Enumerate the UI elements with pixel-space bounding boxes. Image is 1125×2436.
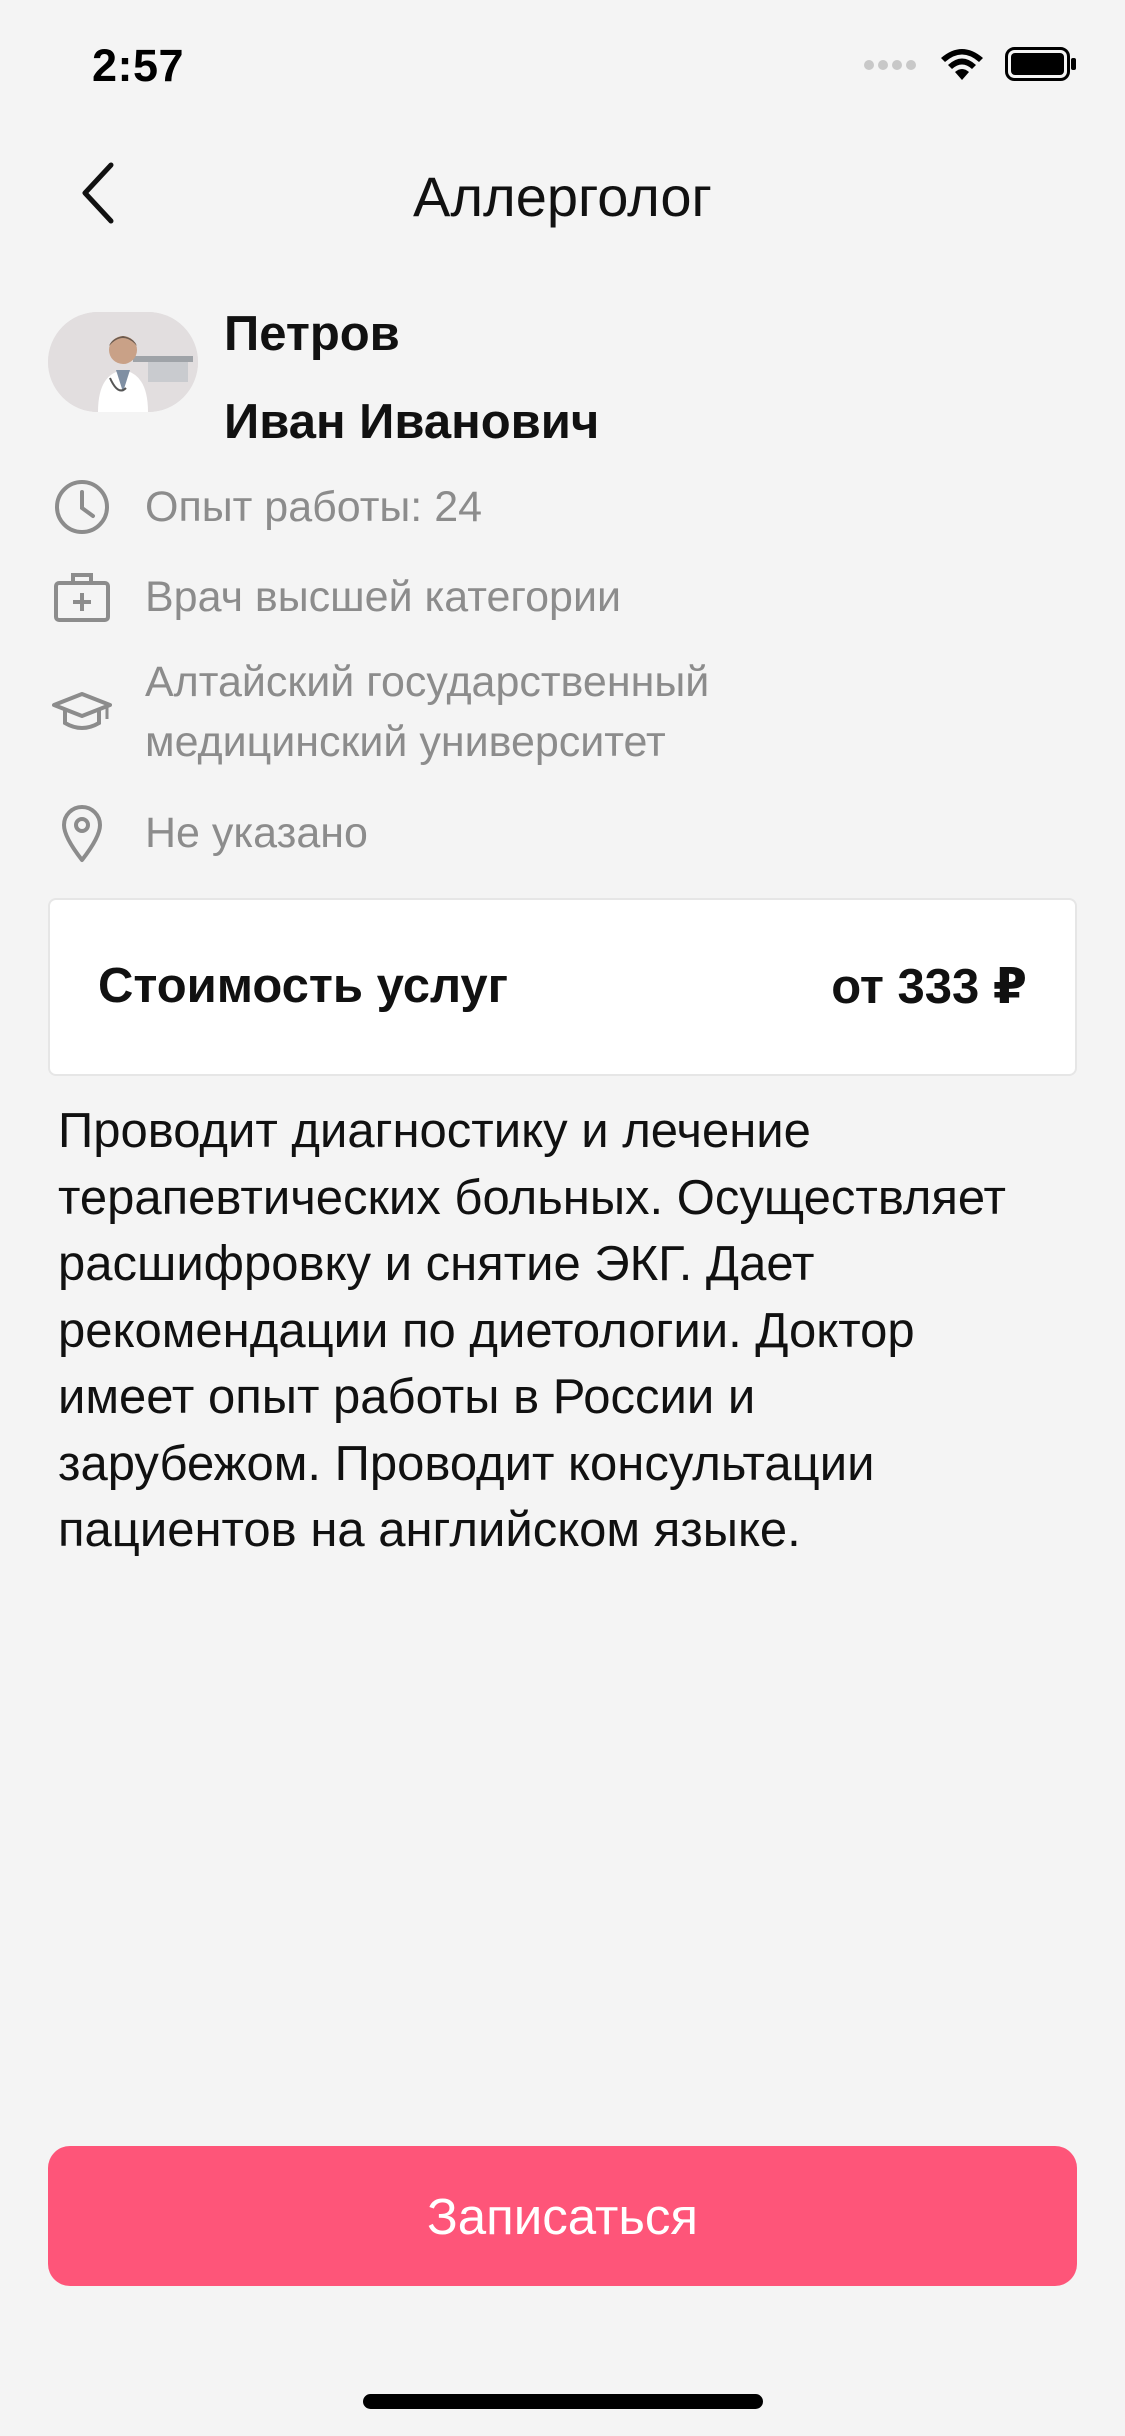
clock-icon: [52, 477, 112, 537]
education-line-2: медицинский университет: [145, 718, 666, 766]
description-line: зарубежом. Проводит консультации: [58, 1436, 875, 1491]
graduation-cap-icon: [52, 684, 112, 744]
doctor-last-name: Петров: [224, 307, 400, 361]
status-bar: 2:57: [0, 0, 1125, 132]
price-label: Стоимость услуг: [98, 959, 509, 1013]
medical-case-icon: [52, 567, 112, 627]
navigation-bar: Аллерголог: [0, 140, 1125, 250]
category-text: Врач высшей категории: [145, 573, 622, 621]
home-indicator: [363, 2394, 763, 2409]
battery-icon: [1005, 47, 1077, 86]
doctor-profile-screen: 2:57 Аллерголог Петров Иван Иванович Опы…: [0, 0, 1125, 2436]
wifi-icon: [939, 46, 985, 87]
description-line: Проводит диагностику и лечение: [58, 1104, 811, 1158]
doctor-description: Проводит диагностику и лечение терапевти…: [58, 1098, 1078, 1564]
description-line: терапевтических больных. Осуществляет: [58, 1170, 1006, 1225]
doctor-avatar: [48, 312, 198, 412]
education-row: Алтайский государственный медицинский ун…: [48, 652, 1078, 776]
doctor-first-name: Иван Иванович: [224, 395, 600, 449]
description-line: расшифровку и снятие ЭКГ. Дает: [58, 1237, 815, 1291]
description-line: рекомендации по диетологии. Доктор: [58, 1303, 915, 1358]
location-text: Не указано: [145, 809, 368, 857]
experience-text: Опыт работы: 24: [145, 483, 483, 531]
book-appointment-button[interactable]: Записаться: [48, 2146, 1077, 2286]
status-icons: [863, 46, 1077, 87]
status-time: 2:57: [92, 40, 185, 91]
price-card: Стоимость услуг от 333 ₽: [48, 898, 1077, 1076]
cellular-signal-icon: [863, 57, 919, 76]
location-pin-icon: [52, 803, 112, 863]
location-row: Не указано: [48, 800, 1078, 866]
price-value: от 333 ₽: [831, 960, 1027, 1014]
doctor-header: Петров Иван Иванович: [48, 307, 1078, 449]
experience-row: Опыт работы: 24: [48, 474, 1078, 540]
education-line-1: Алтайский государственный: [145, 658, 710, 706]
description-line: пациентов на английском языке.: [58, 1503, 801, 1557]
page-title: Аллерголог: [413, 165, 712, 228]
category-row: Врач высшей категории: [48, 564, 1078, 630]
description-line: имеет опыт работы в России и: [58, 1370, 756, 1424]
